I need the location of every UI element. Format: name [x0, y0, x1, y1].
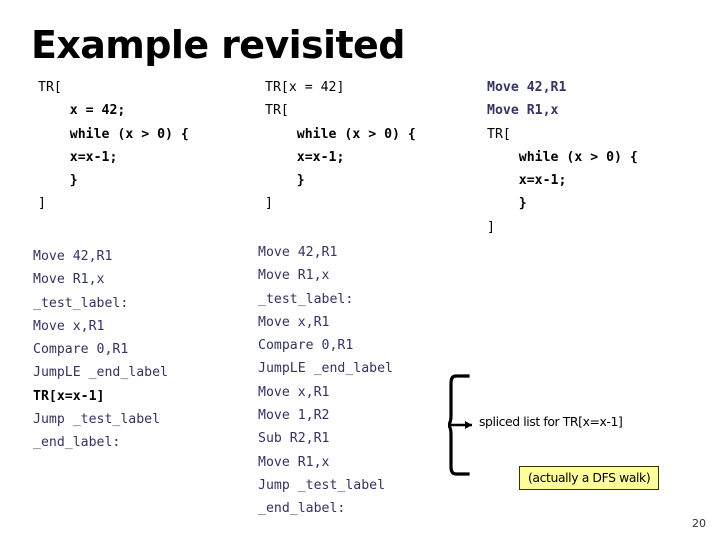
- code-line: _test_label:: [33, 295, 129, 311]
- code-line: x = 42;: [38, 103, 126, 119]
- spliced-list-annotation: spliced list for TR[x=x-1]: [479, 414, 623, 429]
- code-line: Sub R2,R1: [258, 431, 330, 447]
- code-line: Move R1,x: [258, 454, 330, 470]
- code-line: }: [265, 173, 305, 189]
- code-line: }: [487, 196, 527, 212]
- page-title: Example revisited: [31, 23, 405, 67]
- code-line: Move R1,x: [33, 272, 105, 288]
- code-line: ]: [38, 196, 46, 212]
- code-line: while (x > 0) {: [265, 126, 416, 142]
- code-line: Move x,R1: [258, 314, 330, 330]
- code-line: TR[x=x-1]: [33, 388, 105, 404]
- code-line: while (x > 0) {: [38, 126, 189, 142]
- slide-canvas: Example revisited TR[ x = 42; while (x >…: [0, 0, 720, 540]
- code-line: Jump _test_label: [33, 412, 161, 428]
- code-line: Jump _test_label: [258, 477, 386, 493]
- code-line: JumpLE _end_label: [33, 365, 168, 381]
- dfs-walk-callout: (actually a DFS walk): [519, 466, 660, 490]
- code-line: Move x,R1: [258, 384, 330, 400]
- code-line: _end_label:: [258, 501, 346, 517]
- first-expansion-block: TR[x = 42] TR[ while (x > 0) { x=x-1; }]: [265, 76, 416, 216]
- code-line: TR[x = 42]: [265, 80, 345, 95]
- code-line: Move 42,R1: [487, 80, 567, 95]
- code-line: TR[: [38, 80, 62, 95]
- code-line: ]: [487, 219, 495, 235]
- second-expansion-block: Move 42,R1 Move R1,x TR[ while (x > 0) { x…: [487, 76, 638, 239]
- code-line: Move x,R1: [33, 318, 105, 334]
- code-line: x=x-1;: [487, 173, 567, 189]
- code-line: Move R1,x: [487, 103, 559, 119]
- code-line: _end_label:: [33, 435, 121, 451]
- fully-spliced-assembly-block: Move 42,R1 Move R1,x _test_label: Move x,R1…: [258, 241, 393, 521]
- original-source-block: TR[ x = 42; while (x > 0) { x=x-1; }]: [38, 76, 189, 216]
- assembly-with-nested-tr-block: Move 42,R1 Move R1,x _test_label: Move x,R1…: [33, 245, 168, 455]
- code-line: Compare 0,R1: [33, 342, 129, 358]
- code-line: x=x-1;: [38, 149, 118, 165]
- code-line: _test_label:: [258, 291, 354, 307]
- code-line: JumpLE _end_label: [258, 361, 393, 377]
- code-line: ]: [265, 196, 273, 212]
- code-line: while (x > 0) {: [487, 149, 638, 165]
- code-line: Move 42,R1: [33, 249, 113, 264]
- code-line: x=x-1;: [265, 149, 345, 165]
- code-line: Move 1,R2: [258, 408, 330, 424]
- code-line: TR[: [265, 103, 289, 119]
- code-line: Compare 0,R1: [258, 338, 354, 354]
- code-line: Move 42,R1: [258, 245, 338, 260]
- code-line: Move R1,x: [258, 268, 330, 284]
- page-number: 20: [692, 517, 706, 530]
- code-line: TR[: [487, 126, 511, 142]
- code-line: }: [38, 173, 78, 189]
